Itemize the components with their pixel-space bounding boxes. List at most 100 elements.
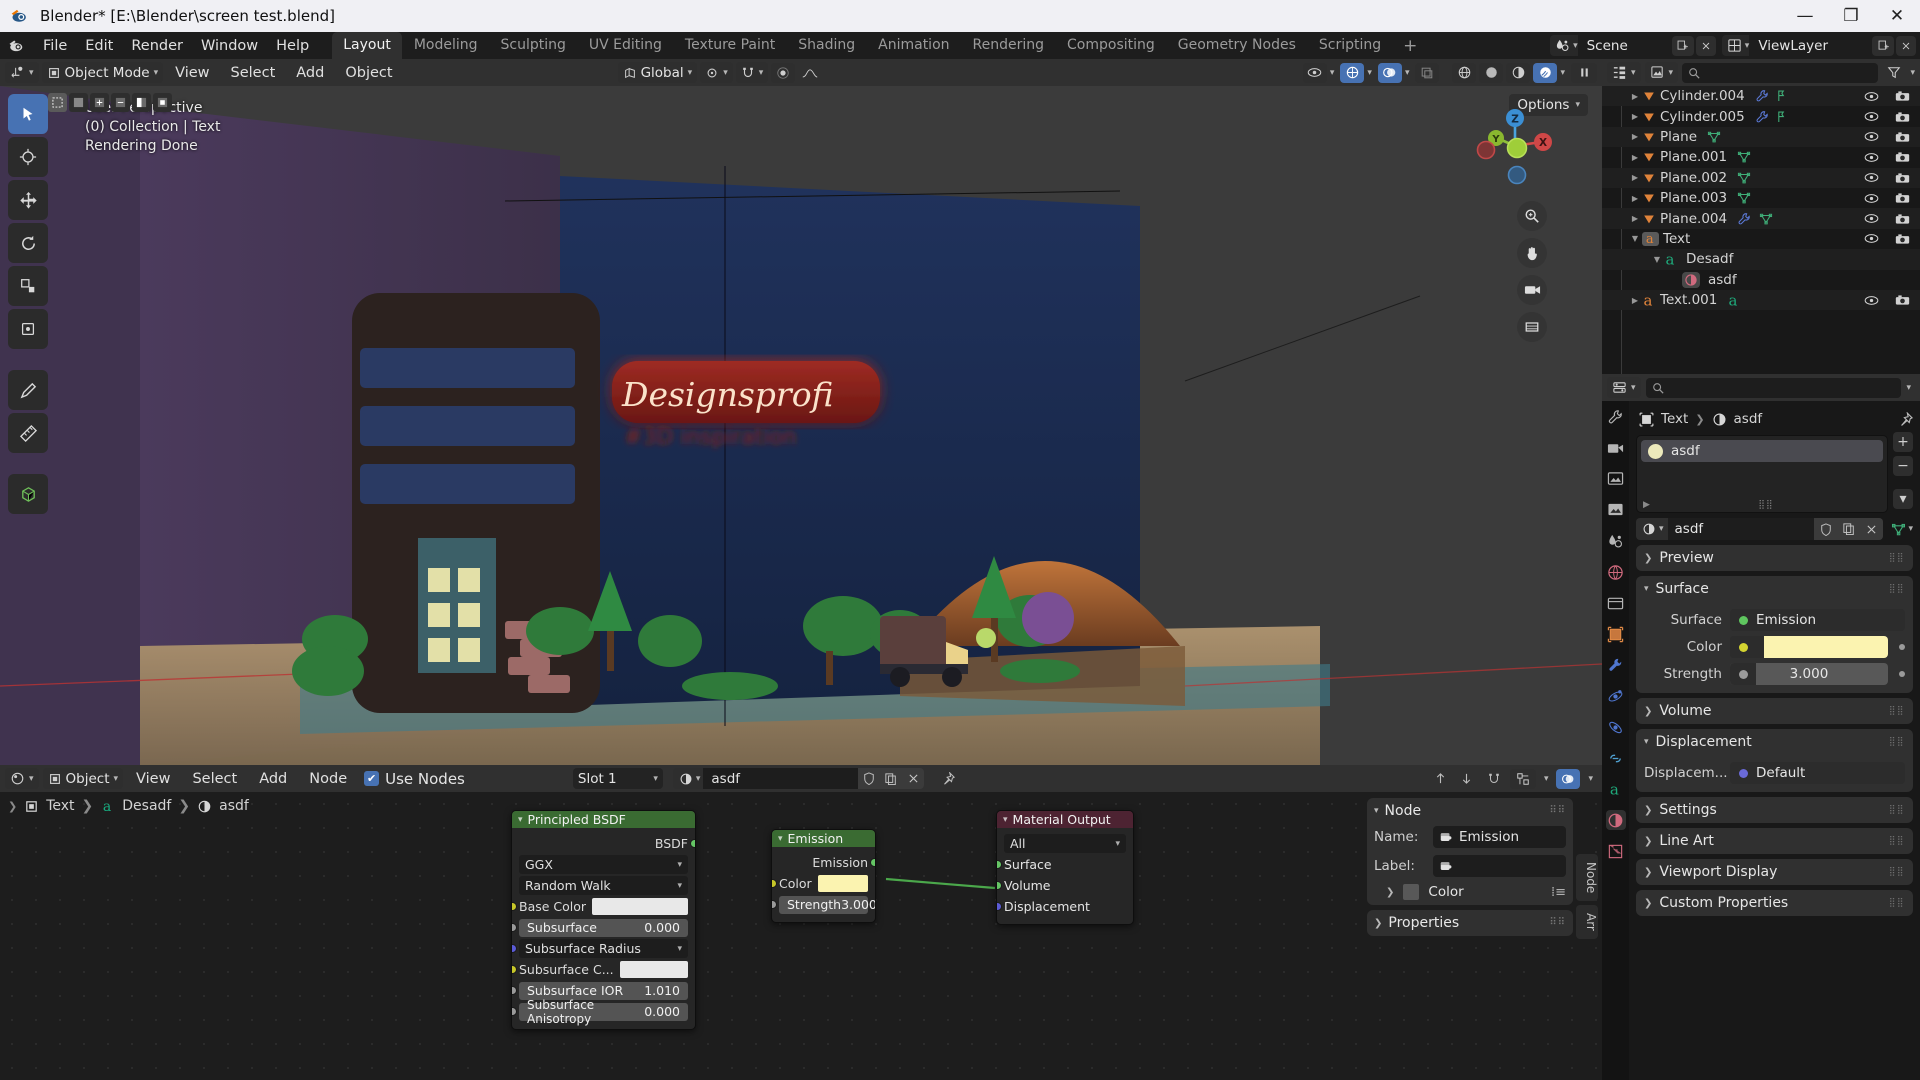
shader-type-selector[interactable]: Object ▾ [42,768,124,789]
unlink-material-icon[interactable] [902,768,925,789]
node-principled-bsdf[interactable]: ▾ Principled BSDF BSDF GGX ▾ Random Walk ▾ [511,810,696,1030]
tab-collection[interactable] [1606,593,1626,613]
tab-geometry-nodes[interactable]: Geometry Nodes [1167,32,1307,59]
shader-node-canvas[interactable]: ❯ Text ❯ a Desadf ❯ asdf ▾ Principled BS… [0,792,1602,1080]
disable-in-render-camera-icon[interactable] [1895,151,1910,163]
tab-constraints[interactable] [1606,748,1626,768]
outliner-tree[interactable]: ▶ Cylinder.004 ▶ Cylinder.005 ▶ Plane ▶ … [1602,86,1920,374]
viewport-menu-view[interactable]: View [166,62,218,83]
visibility-selector[interactable] [1302,62,1327,83]
panel-displacement-header[interactable]: ▾ Displacement ⣿⣿ [1636,729,1913,755]
node-name-input[interactable]: Emission [1433,826,1566,848]
shader-menu-select[interactable]: Select [183,768,246,789]
disable-in-render-camera-icon[interactable] [1895,111,1910,123]
tab-tool[interactable] [1606,407,1626,427]
displacement-method-value[interactable]: Default [1730,762,1905,784]
outliner-item-name[interactable]: Cylinder.005 [1660,109,1745,125]
outliner-item-name[interactable]: asdf [1708,272,1737,288]
disable-in-render-camera-icon[interactable] [1895,213,1910,225]
tab-rendering[interactable]: Rendering [962,32,1056,59]
tab-uv-editing[interactable]: UV Editing [578,32,673,59]
mesh-data-icon[interactable] [1737,171,1751,185]
outliner-row-text-001[interactable]: ▶ a Text.001 a [1602,289,1920,311]
properties-editor-type-selector[interactable]: ▾ [1607,377,1641,398]
panel-displacement-grip[interactable]: ⣿⣿ [1889,737,1905,746]
emission-collapse-chevron-icon[interactable]: ▾ [778,834,783,844]
socket-emission-color[interactable] [772,879,777,888]
outliner-item-name[interactable]: Text.001 [1660,292,1717,308]
outliner-editor-type-selector[interactable]: ▾ [1607,62,1641,83]
outliner-row-plane-004[interactable]: ▶ Plane.004 [1602,208,1920,229]
expand-triangle-icon[interactable]: ▶ [1628,173,1642,182]
breadcrumb-object-name[interactable]: Text [46,798,74,814]
material-unlink-icon[interactable] [1860,518,1884,540]
tab-material[interactable] [1605,810,1626,830]
hide-in-viewport-eye-icon[interactable] [1864,295,1879,306]
node-snapping-icon[interactable] [1482,769,1506,789]
outliner-item-name[interactable]: Plane.002 [1660,170,1727,186]
shading-solid-button[interactable] [1479,62,1504,83]
snap-up-icon[interactable] [1430,769,1452,789]
outliner-row-plane-003[interactable]: ▶ Plane.003 [1602,188,1920,208]
viewport-display-chevron-right-icon[interactable]: ❯ [1644,867,1652,878]
node-overlays-chevron-down-icon[interactable]: ▾ [1584,774,1597,784]
node-row-displacement[interactable]: Displacement [997,897,1126,916]
material-slot-list[interactable]: asdf ▶ ⣿⣿ [1636,435,1888,513]
node-emission[interactable]: ▾ Emission Emission Color Strength 3.000 [771,829,876,923]
panel-line-art-header[interactable]: ❯ Line Art ⣿⣿ [1636,828,1913,854]
expand-triangle-icon[interactable]: ▶ [1628,112,1642,121]
panel-volume-grip[interactable]: ⣿⣿ [1889,706,1905,715]
mesh-data-icon[interactable] [1737,191,1751,205]
tab-layout[interactable]: Layout [332,32,402,59]
particles-flag-icon[interactable] [1777,111,1786,123]
panel-viewport-display-grip[interactable]: ⣿⣿ [1889,867,1905,876]
modifier-wrench-icon[interactable] [1737,212,1751,226]
outliner-row-desadf[interactable]: ▼ a Desadf [1602,249,1920,270]
shading-chevron-down-icon[interactable]: ▾ [1560,68,1568,78]
properties-search-input[interactable] [1645,377,1902,398]
duplicate-material-icon[interactable] [880,768,903,789]
panel-preview-header[interactable]: ❯ Preview ⣿⣿ [1636,545,1913,571]
viewlayer-selector[interactable]: ▾ ViewLayer [1721,35,1870,56]
node-label-input[interactable] [1433,855,1566,877]
properties-breadcrumb-object[interactable]: Text [1661,411,1688,427]
collapse-triangle-icon[interactable]: ▼ [1650,255,1664,264]
socket-subsurface[interactable] [512,923,517,932]
material-slot-selector[interactable]: Slot 1 ▾ [572,768,663,789]
viewport-3d-canvas[interactable]: Designsprofi #3D inspiration (0) Collect… [0,86,1602,765]
minimize-button[interactable]: — [1782,0,1828,32]
disable-in-render-camera-icon[interactable] [1895,131,1910,143]
outliner-filter-chevron-down-icon[interactable]: ▾ [1910,68,1915,78]
snap-down-icon[interactable] [1456,769,1478,789]
panel-preview-grip[interactable]: ⣿⣿ [1889,553,1905,562]
node-overlays-toggle[interactable] [1556,768,1581,789]
surface-color-value[interactable] [1730,636,1888,658]
overlays-chevron-down-icon[interactable]: ▾ [1405,68,1413,78]
close-button[interactable]: ✕ [1874,0,1920,32]
tab-physics[interactable] [1606,717,1626,737]
material-list-expand-icon[interactable]: ▶ [1643,500,1651,510]
maximize-button[interactable]: ❐ [1828,0,1874,32]
outliner-item-name[interactable]: Text [1663,231,1690,247]
expand-triangle-icon[interactable]: ▶ [1628,92,1642,101]
pivot-point-selector[interactable]: ▾ [700,62,733,83]
node-color-swatch[interactable] [1403,884,1420,900]
tab-particles[interactable] [1606,686,1626,706]
hide-in-viewport-eye-icon[interactable] [1864,233,1879,244]
material-browse-icon[interactable]: ▾ [1636,522,1668,536]
menu-render[interactable]: Render [122,32,192,59]
zoom-icon[interactable] [1517,201,1547,231]
surface-color-swatch[interactable] [1764,636,1888,658]
gizmo-chevron-down-icon[interactable]: ▾ [1367,68,1375,78]
node-panel-chevron-down-icon[interactable]: ▾ [1374,806,1379,816]
outliner-row-plane[interactable]: ▶ Plane [1602,126,1920,148]
material-duplicate-icon[interactable] [1837,518,1861,540]
viewlayer-name[interactable]: ViewLayer [1749,35,1870,56]
navigation-gizmo[interactable]: Z X Y [1473,104,1557,188]
mesh-data-icon[interactable] [1759,212,1773,226]
shader-editor-type-selector[interactable]: ▾ [5,768,39,789]
material-datablock-name[interactable]: asdf [1667,518,1815,540]
pause-render-button[interactable] [1571,62,1597,83]
add-workspace-button[interactable]: + [1393,33,1427,59]
xray-toggle[interactable] [1415,62,1440,83]
